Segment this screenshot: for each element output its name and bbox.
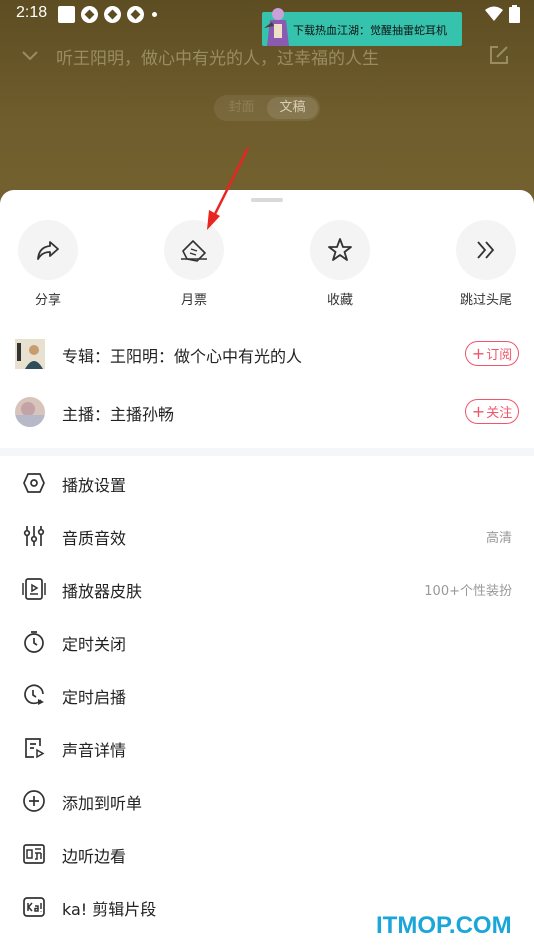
- plus-icon: +: [471, 401, 486, 421]
- listen-read-icon: [23, 844, 45, 864]
- menu-item-timer-off[interactable]: 定时关闭: [0, 615, 534, 668]
- wifi-icon: [485, 6, 503, 21]
- menu-label: 声音详情: [62, 741, 127, 760]
- tab-cover[interactable]: 封面: [216, 97, 267, 119]
- detail-icon: [25, 738, 45, 759]
- system-icons: [485, 5, 520, 23]
- notification-icon: [104, 6, 121, 23]
- menu-label: 定时启播: [62, 688, 127, 707]
- notification-icon: [127, 6, 144, 23]
- avatar: [15, 397, 45, 427]
- share-label: 分享: [34, 293, 61, 308]
- share-button[interactable]: 分享: [3, 220, 93, 308]
- menu-item-sound-details[interactable]: 声音详情: [0, 721, 534, 774]
- host-name: 主播：主播孙畅: [62, 405, 175, 424]
- timer-off-icon: [24, 631, 44, 653]
- track-title: 听王阳明，做心中有光的人，过幸福的人生: [56, 49, 379, 69]
- menu-item-timer-start[interactable]: 定时启播: [0, 668, 534, 721]
- menu-label: 添加到听单: [62, 794, 143, 813]
- quick-actions: 分享 月票 收藏 跳过头尾: [0, 220, 534, 310]
- battery-icon: [509, 5, 520, 23]
- favorite-button-bg: [310, 220, 370, 280]
- menu-label: ka! 剪辑片段: [62, 900, 157, 919]
- album-title: 专辑：王阳明：做个心中有光的人: [62, 347, 303, 366]
- menu-item-play-settings[interactable]: 播放设置: [0, 456, 534, 509]
- favorite-button[interactable]: 收藏: [295, 220, 385, 308]
- menu-label: 播放设置: [62, 476, 127, 495]
- section-divider: [0, 448, 534, 456]
- star-icon: [328, 238, 352, 261]
- more-notifications-icon: [152, 12, 157, 17]
- subscribe-label: 订阅: [486, 348, 513, 363]
- status-time: 2:18: [16, 4, 48, 21]
- share-icon: [37, 241, 59, 260]
- skip-intro-outro-button[interactable]: 跳过头尾: [441, 220, 531, 308]
- follow-label: 关注: [486, 406, 513, 421]
- more-options-sheet: 分享 月票 收藏 跳过头尾 专辑：王阳明：做个心中有光的人 + 订阅 主播：主播…: [0, 190, 534, 950]
- clip-icon: [23, 897, 45, 917]
- menu-item-player-skin[interactable]: 播放器皮肤 100+个性装扮: [0, 562, 534, 615]
- notification-app-icon: [58, 6, 75, 23]
- menu-extra: 100+个性装扮: [424, 584, 512, 599]
- host-row[interactable]: 主播：主播孙畅 + 关注: [0, 390, 534, 434]
- view-toggle: 封面 文稿: [214, 95, 320, 121]
- plus-icon: +: [471, 343, 486, 363]
- monthly-ticket-label: 月票: [180, 293, 207, 308]
- menu-label: 播放器皮肤: [62, 582, 143, 601]
- favorite-label: 收藏: [326, 293, 353, 308]
- play-settings-icon: [23, 473, 45, 493]
- menu-label: 音质音效: [62, 529, 127, 548]
- menu-item-add-to-list[interactable]: 添加到听单: [0, 774, 534, 827]
- timer-start-icon: [24, 684, 44, 705]
- menu-extra: 高清: [485, 531, 512, 546]
- equalizer-icon: [23, 526, 45, 546]
- watermark: ITMOP.COM: [376, 912, 512, 939]
- skin-icon: [22, 578, 46, 600]
- skip-button-bg: [456, 220, 516, 280]
- annotation-arrow-icon: [207, 147, 250, 230]
- skip-icon: [477, 241, 495, 259]
- edit-icon[interactable]: [488, 44, 510, 66]
- album-cover: [15, 339, 45, 369]
- share-button-bg: [18, 220, 78, 280]
- menu-label: 定时关闭: [62, 635, 127, 654]
- menu-label: 边听边看: [62, 847, 127, 866]
- player-header: 听王阳明，做心中有光的人，过幸福的人生: [0, 40, 534, 72]
- follow-button[interactable]: + 关注: [465, 399, 519, 424]
- add-list-icon: [23, 790, 45, 812]
- subscribe-button[interactable]: + 订阅: [465, 341, 519, 366]
- notification-icons: [58, 6, 157, 23]
- chevron-down-icon[interactable]: [20, 46, 40, 66]
- tab-transcript[interactable]: 文稿: [267, 97, 318, 119]
- album-row[interactable]: 专辑：王阳明：做个心中有光的人 + 订阅: [0, 332, 534, 376]
- monthly-ticket-icon: [181, 240, 207, 262]
- ad-text: 下载热血江湖：觉醒抽雷蛇耳机: [293, 24, 447, 37]
- notification-icon: [81, 6, 98, 23]
- skip-label: 跳过头尾: [459, 293, 512, 308]
- menu-item-listen-and-read[interactable]: 边听边看: [0, 827, 534, 880]
- menu-item-sound-quality[interactable]: 音质音效 高清: [0, 509, 534, 562]
